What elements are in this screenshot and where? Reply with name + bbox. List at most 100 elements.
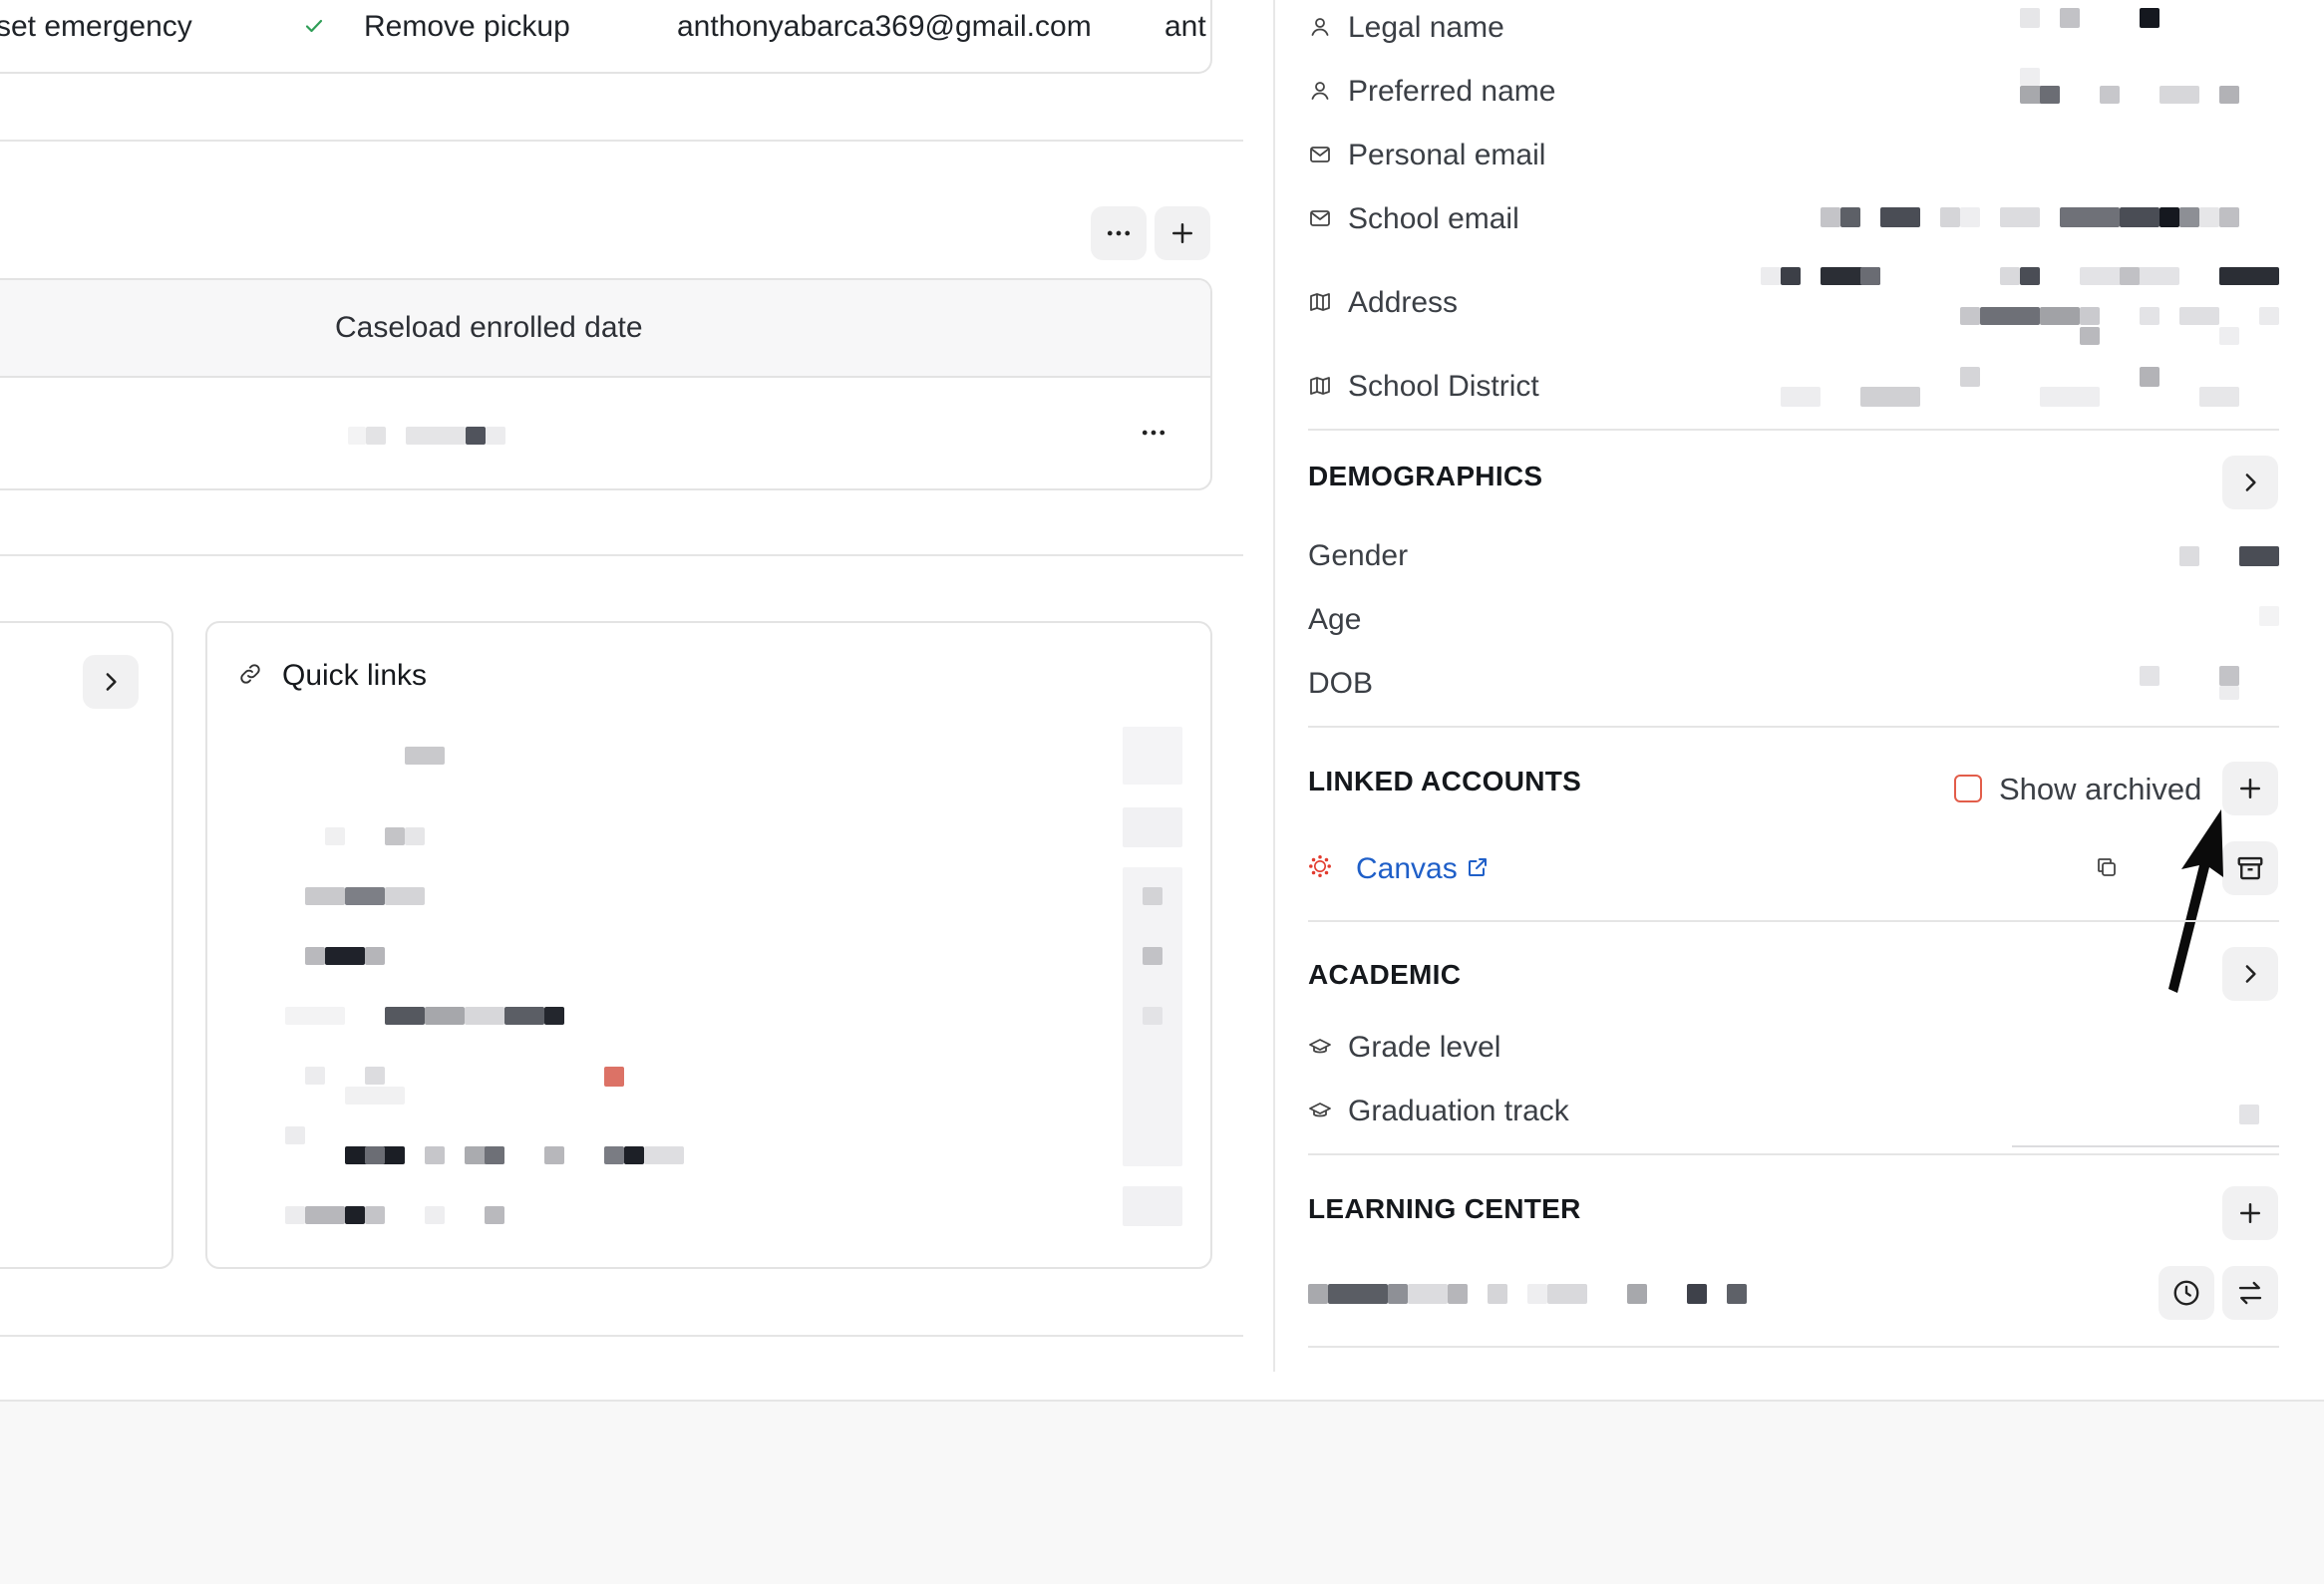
redacted-value <box>348 427 366 445</box>
canvas-account-link[interactable]: Canvas <box>1356 854 1458 884</box>
redacted-value <box>624 1146 644 1164</box>
add-caseload-button[interactable] <box>1155 206 1210 260</box>
redacted-value <box>345 1206 365 1224</box>
academic-expand-button[interactable] <box>2222 947 2278 1001</box>
footer-area <box>0 1400 2324 1584</box>
redacted-value <box>305 1067 325 1085</box>
academic-title: ACADEMIC <box>1308 959 1462 990</box>
redacted-value <box>2199 387 2239 407</box>
redacted-value <box>2140 367 2159 387</box>
redacted-value <box>365 947 385 965</box>
section-divider <box>0 140 1243 142</box>
redacted-value <box>325 827 345 845</box>
learning-center-title: LEARNING CENTER <box>1308 1193 1581 1224</box>
redacted-value <box>1527 1284 1547 1304</box>
redacted-value <box>485 1206 504 1224</box>
swap-button[interactable] <box>2222 1266 2278 1320</box>
redacted-value <box>285 1126 305 1144</box>
redacted-value <box>385 827 405 845</box>
contact-email-truncated: ant <box>1164 10 1206 43</box>
redacted-value <box>365 1067 385 1085</box>
redacted-value <box>425 1007 465 1025</box>
section-divider <box>1308 1346 2279 1348</box>
section-divider <box>1308 920 2279 922</box>
redacted-value <box>345 887 385 905</box>
redacted-value <box>1547 1284 1587 1304</box>
show-archived-label[interactable]: Show archived <box>1999 774 2201 804</box>
graduation-cap-icon <box>1308 1035 1332 1059</box>
redacted-value <box>504 1007 544 1025</box>
copy-icon[interactable] <box>2095 854 2123 882</box>
check-icon <box>302 13 332 43</box>
redacted-value <box>2080 327 2100 345</box>
redacted-value <box>2080 307 2100 325</box>
redacted-value <box>1781 267 1801 285</box>
mail-icon <box>1308 142 1332 165</box>
redacted-value <box>2120 207 2159 227</box>
map-icon <box>1308 289 1332 313</box>
redacted-value <box>1143 947 1162 965</box>
age-label: Age <box>1308 603 1362 636</box>
redacted-value <box>1143 1007 1162 1025</box>
contact-email: anthonyabarca369@gmail.com <box>677 10 1092 43</box>
redacted-value <box>2040 307 2080 325</box>
redacted-value <box>1727 1284 1747 1304</box>
link-icon <box>238 661 266 689</box>
demographics-title: DEMOGRAPHICS <box>1308 461 1543 491</box>
chevron-right-button[interactable] <box>83 655 139 709</box>
redacted-value <box>1960 207 1980 227</box>
mail-icon <box>1308 205 1332 229</box>
redacted-value <box>1448 1284 1468 1304</box>
linked-accounts-title: LINKED ACCOUNTS <box>1308 766 1582 796</box>
redacted-value <box>1860 267 1880 285</box>
graduation-track-label: Graduation track <box>1348 1095 1569 1127</box>
redacted-value <box>2219 327 2239 345</box>
redacted-value <box>604 1146 624 1164</box>
redacted-value <box>305 887 345 905</box>
show-archived-checkbox[interactable] <box>1954 775 1982 802</box>
redacted-value <box>1687 1284 1707 1304</box>
redacted-value <box>1880 207 1920 227</box>
remove-pickup-action[interactable]: Remove pickup <box>364 12 570 42</box>
redacted-value <box>1123 727 1182 785</box>
add-learning-center-button[interactable] <box>2222 1186 2278 1240</box>
history-button[interactable] <box>2158 1266 2214 1320</box>
redacted-value <box>2020 267 2040 285</box>
row-more-options-button[interactable] <box>1126 406 1181 460</box>
redacted-value <box>325 947 365 965</box>
redacted-value <box>2120 267 2140 285</box>
redacted-value <box>2140 666 2159 686</box>
redacted-value <box>2040 86 2060 104</box>
quick-links-card <box>205 621 1212 1269</box>
redacted-value <box>485 1146 504 1164</box>
redacted-value <box>2219 207 2239 227</box>
redacted-value <box>2060 207 2120 227</box>
gender-label: Gender <box>1308 539 1409 572</box>
redacted-value <box>2219 267 2279 285</box>
grade-level-label: Grade level <box>1348 1031 1501 1064</box>
section-divider <box>0 554 1243 556</box>
redacted-value <box>1840 207 1860 227</box>
redacted-value <box>2219 86 2239 104</box>
redacted-value <box>1627 1284 1647 1304</box>
address-label: Address <box>1348 286 1459 319</box>
external-link-icon[interactable] <box>1466 854 1492 880</box>
redacted-value <box>1388 1284 1408 1304</box>
redacted-value <box>2219 666 2239 686</box>
demographics-expand-button[interactable] <box>2222 456 2278 509</box>
redacted-value <box>425 1146 445 1164</box>
redacted-value <box>465 1007 504 1025</box>
more-options-button[interactable] <box>1091 206 1147 260</box>
redacted-value <box>2140 307 2159 325</box>
redacted-value <box>2219 686 2239 700</box>
graduation-cap-icon <box>1308 1099 1332 1122</box>
redacted-value <box>2020 8 2040 28</box>
redacted-value <box>2259 307 2279 325</box>
map-icon <box>1308 373 1332 397</box>
dob-label: DOB <box>1308 667 1374 700</box>
redacted-value <box>1143 887 1162 905</box>
redacted-value <box>1761 267 1781 285</box>
field-underline <box>2012 1145 2279 1147</box>
caseload-enrolled-date-header[interactable]: Caseload enrolled date <box>335 313 643 343</box>
redacted-value <box>544 1146 564 1164</box>
